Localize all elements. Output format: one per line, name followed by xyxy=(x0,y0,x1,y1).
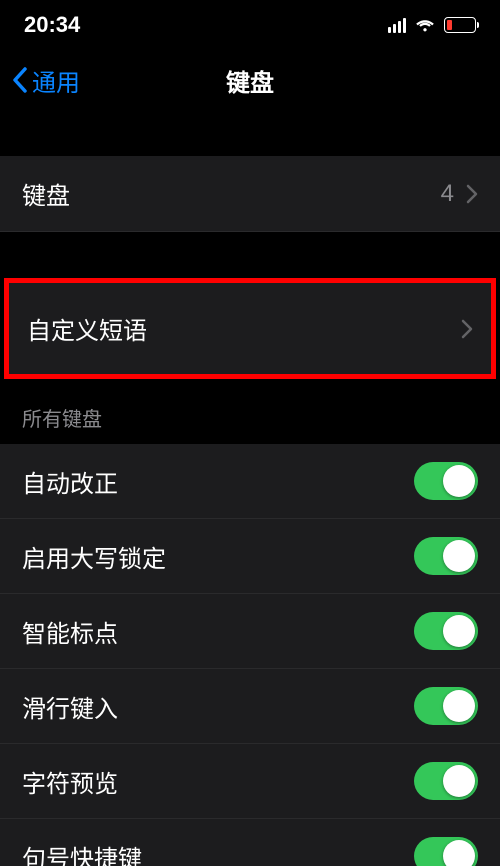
keyboards-count: 4 xyxy=(441,180,454,208)
toggle-switch[interactable] xyxy=(414,837,478,866)
toggle-switch[interactable] xyxy=(414,537,478,575)
text-replacement-row[interactable]: 自定义短语 xyxy=(9,283,491,374)
battery-icon xyxy=(444,17,476,33)
page-title: 键盘 xyxy=(226,63,274,98)
chevron-left-icon xyxy=(12,67,28,93)
keyboards-label: 键盘 xyxy=(22,176,70,211)
toggle-switch[interactable] xyxy=(414,762,478,800)
section-header-all-keyboards: 所有键盘 xyxy=(0,379,500,444)
back-button[interactable]: 通用 xyxy=(12,63,80,98)
status-bar: 20:34 xyxy=(0,0,500,50)
toggle-row: 滑行键入 xyxy=(0,669,500,744)
status-time: 20:34 xyxy=(24,12,80,38)
toggle-label: 字符预览 xyxy=(22,764,118,799)
toggle-label: 启用大写锁定 xyxy=(22,539,166,574)
toggle-switch[interactable] xyxy=(414,612,478,650)
toggle-row: 自动改正 xyxy=(0,444,500,519)
toggle-list: 自动改正启用大写锁定智能标点滑行键入字符预览句号快捷键 xyxy=(0,444,500,866)
toggle-row: 启用大写锁定 xyxy=(0,519,500,594)
toggle-switch[interactable] xyxy=(414,687,478,725)
highlight-annotation: 自定义短语 xyxy=(4,278,496,379)
cellular-signal-icon xyxy=(388,17,406,33)
navigation-bar: 通用 键盘 xyxy=(0,50,500,110)
wifi-icon xyxy=(414,17,436,33)
toggle-label: 自动改正 xyxy=(22,464,118,499)
toggle-row: 智能标点 xyxy=(0,594,500,669)
toggle-label: 滑行键入 xyxy=(22,689,118,724)
keyboards-row[interactable]: 键盘 4 xyxy=(0,156,500,232)
chevron-right-icon xyxy=(461,319,473,339)
chevron-right-icon xyxy=(466,184,478,204)
toggle-switch[interactable] xyxy=(414,462,478,500)
back-label: 通用 xyxy=(32,63,80,98)
toggle-label: 句号快捷键 xyxy=(22,839,142,866)
text-replacement-label: 自定义短语 xyxy=(27,311,147,346)
toggle-row: 字符预览 xyxy=(0,744,500,819)
status-indicators xyxy=(388,17,476,33)
toggle-row: 句号快捷键 xyxy=(0,819,500,866)
toggle-label: 智能标点 xyxy=(22,614,118,649)
